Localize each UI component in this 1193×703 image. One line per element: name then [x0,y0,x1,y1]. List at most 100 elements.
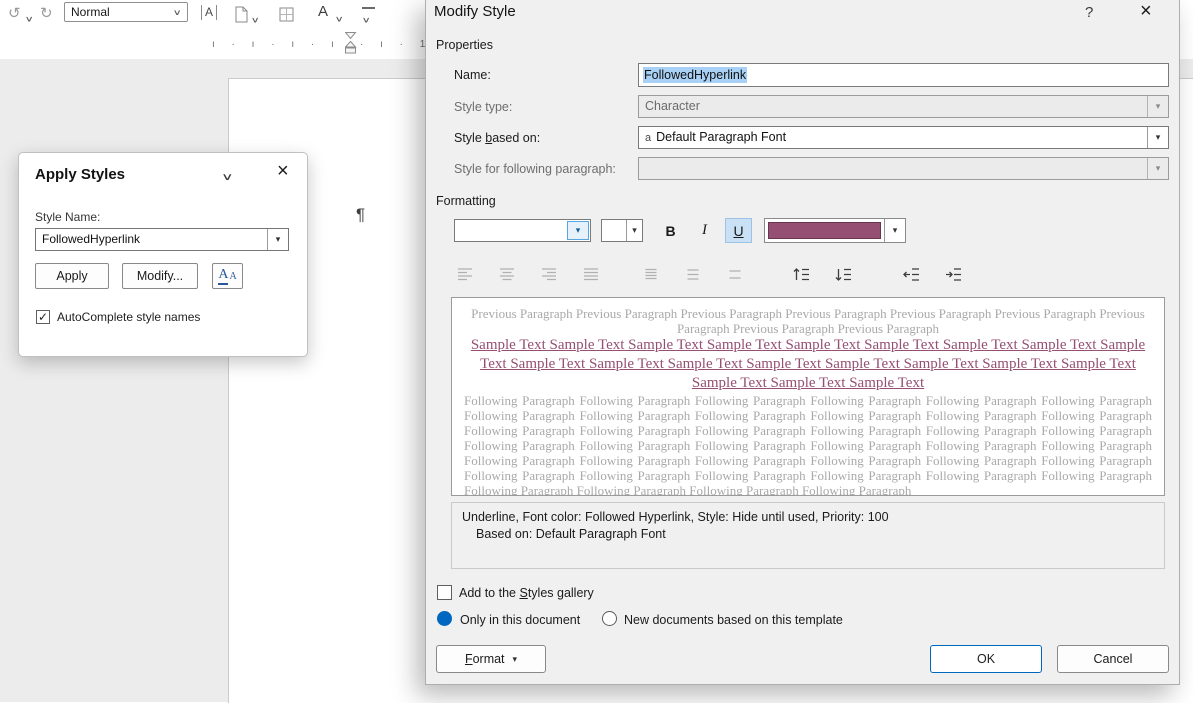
redo-icon[interactable]: ↻ [40,4,53,24]
close-icon[interactable]: × [1140,1,1152,21]
ruler-marks-left: ı · ı · ı · ı · [212,39,361,50]
align-left-button [450,261,480,287]
cancel-button[interactable]: Cancel [1057,645,1169,673]
formatting-section-label: Formatting [436,194,496,208]
paragraph-mark: ¶ [356,205,366,224]
style-name-box-value: Normal [71,5,110,19]
autocomplete-label: AutoComplete style names [57,310,201,324]
style-name-value: FollowedHyperlink [42,232,141,246]
label-text: Style [454,131,486,145]
following-paragraph-combobox: ▾ [638,157,1169,180]
apply-button[interactable]: Apply [35,263,109,289]
page-chevron-icon[interactable]: ∨ [251,11,260,29]
styles-pane-button[interactable]: AA [212,263,243,289]
style-description-line1: Underline, Font color: Followed Hyperlin… [462,510,889,524]
sample-text: Sample Text Sample Text Sample Text Samp… [470,337,1146,391]
decrease-indent-button[interactable] [896,261,926,287]
help-icon[interactable]: ? [1085,4,1093,21]
modify-button[interactable]: Modify... [122,263,198,289]
only-in-document-label: Only in this document [460,613,581,627]
style-name-combobox[interactable]: FollowedHyperlink ▾ [35,228,289,251]
pane-close-icon[interactable]: × [277,161,289,181]
chevron-down-icon: ∨ [173,7,183,17]
character-border-button[interactable]: A [201,5,218,20]
combo-arrow-icon[interactable]: ▾ [884,219,905,242]
styles-pane-icon-small: A [229,270,237,282]
add-to-gallery-checkbox[interactable] [437,585,452,600]
borders-button[interactable] [279,7,294,22]
combo-arrow-icon: ▾ [1147,158,1168,179]
styles-pane-icon: A [218,267,229,285]
add-to-gallery-label: Add to the Styles gallery [459,586,594,600]
font-color-swatch [768,222,881,239]
style-preview: Previous Paragraph Previous Paragraph Pr… [451,297,1165,496]
following-paragraph-label: Style for following paragraph: [454,162,616,176]
style-based-on-text: Default Paragraph Font [656,130,787,144]
font-name-value [455,220,566,241]
quick-access-toolbar: ↺ ∨ ↻ Normal ∨ A ∨ A ∨ ∨ [0,0,426,30]
format-button[interactable]: Format ▾ [436,645,546,673]
double-spacing-button [720,261,750,287]
italic-button[interactable]: I [691,218,718,243]
following-paragraph-value [639,158,1147,179]
increase-paragraph-spacing-button[interactable] [786,261,816,287]
align-right-button [534,261,564,287]
style-type-combobox: Character ▾ [638,95,1169,118]
following-paragraph-text: Following Paragraph Following Paragraph … [464,393,1152,496]
font-name-combobox[interactable]: ▾ [454,219,591,242]
name-label: Name: [454,68,491,82]
style-name-box[interactable]: Normal ∨ [64,2,188,22]
only-in-document-radio[interactable] [437,611,452,626]
undo-chevron-icon[interactable]: ∨ [25,10,34,28]
combo-arrow-icon[interactable]: ▾ [267,229,288,250]
align-justify-button [576,261,606,287]
ok-button[interactable]: OK [930,645,1042,673]
label-text: Add to the [459,586,520,600]
style-type-value: Character [645,99,700,113]
style-description-line2: Based on: Default Paragraph Font [476,527,666,541]
single-spacing-button [636,261,666,287]
combo-arrow-icon[interactable]: ▾ [626,220,642,241]
previous-paragraph-text: Previous Paragraph Previous Paragraph Pr… [471,306,1145,336]
apply-styles-pane: Apply Styles ∨ × Style Name: FollowedHyp… [18,152,308,357]
text-effects-chevron-icon[interactable]: ∨ [335,10,344,28]
format-arrow-icon: ▾ [512,653,518,664]
label-text: S [519,586,528,600]
label-text: ased on: [492,131,541,145]
character-style-icon: a [645,132,652,144]
style-based-on-combobox[interactable]: a Default Paragraph Font ▾ [638,126,1169,149]
style-description: Underline, Font color: Followed Hyperlin… [451,502,1165,569]
apply-styles-title: Apply Styles [35,166,126,183]
pane-collapse-icon[interactable]: ∨ [221,171,234,183]
bold-button[interactable]: B [657,218,684,243]
undo-icon[interactable]: ↺ [8,4,21,24]
font-size-combobox[interactable]: ▾ [601,219,643,242]
new-documents-label: New documents based on this template [624,613,843,627]
properties-section-label: Properties [436,38,493,52]
indent-marker[interactable] [345,32,357,55]
label-text: tyles gallery [527,586,594,600]
font-color-combobox[interactable]: ▾ [764,218,906,243]
style-name-label: Style Name: [35,210,101,224]
style-type-label: Style type: [454,100,513,114]
page-icon[interactable] [234,6,249,23]
increase-indent-button[interactable] [938,261,968,287]
style-based-on-value: a Default Paragraph Font [639,127,1147,148]
text-effects-button[interactable]: A [318,3,328,20]
decrease-paragraph-spacing-button[interactable] [828,261,858,287]
label-text: ormat [472,652,505,666]
align-center-button [492,261,522,287]
combo-arrow-icon[interactable]: ▾ [567,221,589,240]
modify-style-dialog: Modify Style ? × Properties Name: Follow… [425,0,1180,685]
style-based-on-label: Style based on: [454,131,540,145]
name-input[interactable]: FollowedHyperlink [638,63,1169,87]
name-input-value: FollowedHyperlink [643,67,748,83]
underline-button[interactable]: U [725,218,752,243]
autocomplete-checkbox[interactable]: ✓ [36,310,50,324]
more-tools-chevron-icon[interactable]: ∨ [362,11,371,29]
new-documents-radio[interactable] [602,611,617,626]
horizontal-ruler[interactable]: ı · ı · ı · ı · · ı · 1 · ı · [0,29,485,60]
font-size-value [602,220,626,241]
dialog-title: Modify Style [434,3,516,20]
combo-arrow-icon[interactable]: ▾ [1147,127,1168,148]
